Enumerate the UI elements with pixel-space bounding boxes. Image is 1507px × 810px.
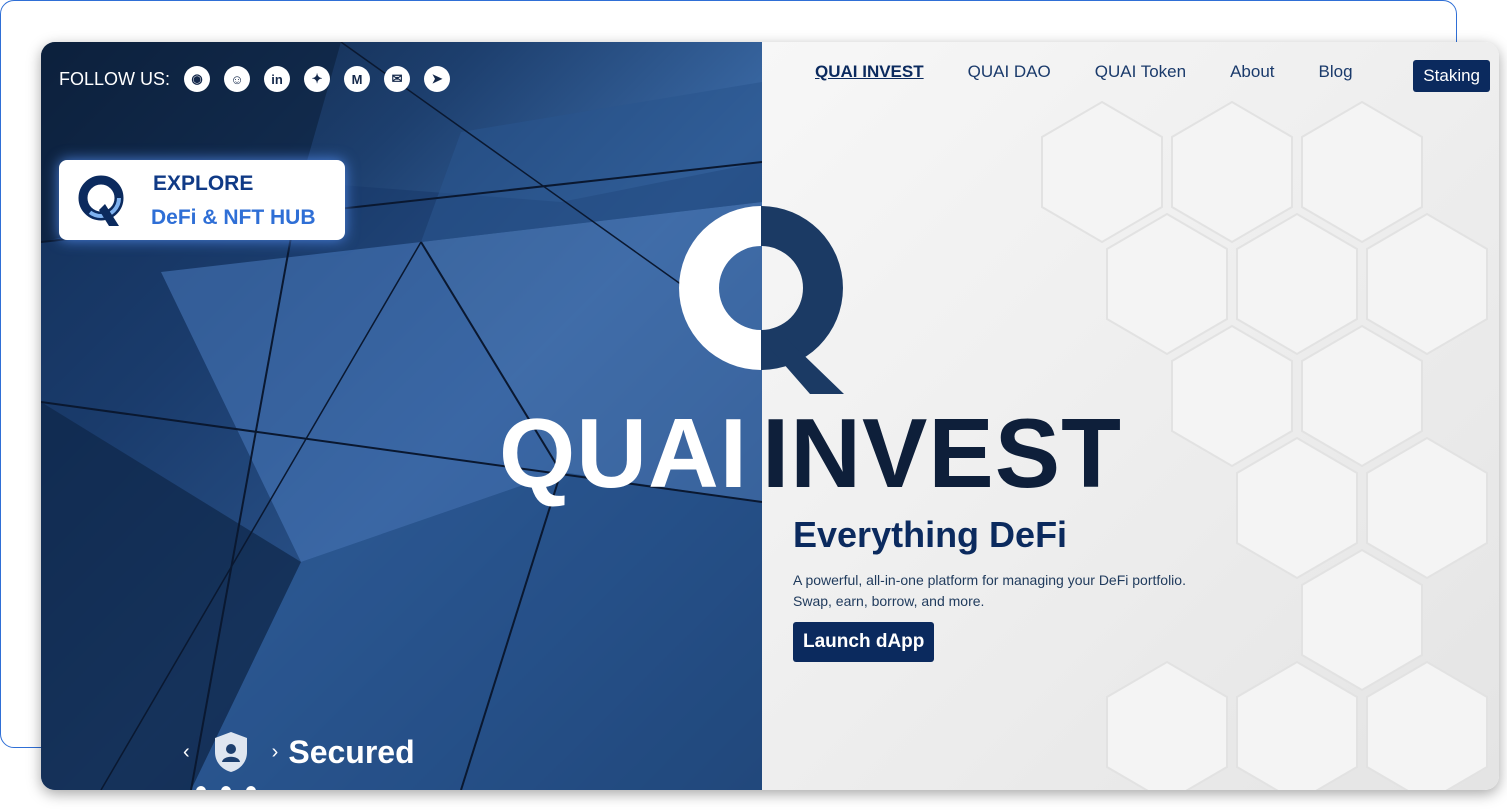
launch-dapp-button[interactable]: Launch dApp <box>793 622 935 662</box>
follow-us-label: FOLLOW US: <box>59 68 171 89</box>
slider-dot[interactable] <box>221 786 231 790</box>
hero-description-line-1: A powerful, all-in-one platform for mana… <box>793 572 1186 588</box>
brand-quai: QUAI <box>499 398 748 508</box>
slider-label: Secured <box>288 733 415 770</box>
slider-dot[interactable] <box>246 786 256 790</box>
medium-icon[interactable]: M <box>344 66 371 92</box>
hero-description-line-2: Swap, earn, borrow, and more. <box>793 593 985 609</box>
discord-icon[interactable]: ☺ <box>224 66 251 92</box>
quai-large-logo <box>679 206 844 394</box>
nav-item-blog[interactable]: Blog <box>1319 62 1353 82</box>
follow-us-bar: FOLLOW US: ◉ ☺ in ✦ M ✉ ➤ <box>59 66 451 92</box>
slider-next-button[interactable]: › <box>272 741 279 764</box>
hero-frame: FOLLOW US: ◉ ☺ in ✦ M ✉ ➤ EXPLORE DeFi &… <box>41 42 1499 790</box>
slider-prev-button[interactable]: ‹ <box>183 741 190 764</box>
quai-logo-icon <box>78 175 124 226</box>
twitter-icon[interactable]: ✦ <box>304 66 331 92</box>
hero-description: A powerful, all-in-one platform for mana… <box>793 570 1186 612</box>
telegram-icon[interactable]: ➤ <box>424 66 451 92</box>
hub-label: DeFi & NFT HUB <box>151 206 316 229</box>
nav-item-about[interactable]: About <box>1230 62 1274 82</box>
slider-dots <box>196 786 256 790</box>
slider-dot[interactable] <box>196 786 206 790</box>
shield-user-icon <box>214 732 247 772</box>
explore-hub-button[interactable]: EXPLORE DeFi & NFT HUB <box>59 160 345 240</box>
hero-headline: Everything DeFi <box>793 514 1068 555</box>
nav-item-quai-dao[interactable]: QUAI DAO <box>968 62 1051 82</box>
explore-label: EXPLORE <box>153 172 254 195</box>
brand-invest: INVEST <box>762 398 1122 508</box>
main-nav: QUAI INVEST QUAI DAO QUAI Token About Bl… <box>815 62 1397 82</box>
feature-slider: ‹ › Secured <box>183 730 415 774</box>
linkedin-icon[interactable]: in <box>264 66 291 92</box>
mail-icon[interactable]: ✉ <box>384 66 411 92</box>
github-icon[interactable]: ◉ <box>184 66 211 92</box>
staking-button[interactable]: Staking <box>1413 60 1490 92</box>
nav-item-quai-token[interactable]: QUAI Token <box>1095 62 1186 82</box>
brand-wordmark: QUAI INVEST <box>499 397 1122 510</box>
nav-item-quai-invest[interactable]: QUAI INVEST <box>815 62 924 82</box>
